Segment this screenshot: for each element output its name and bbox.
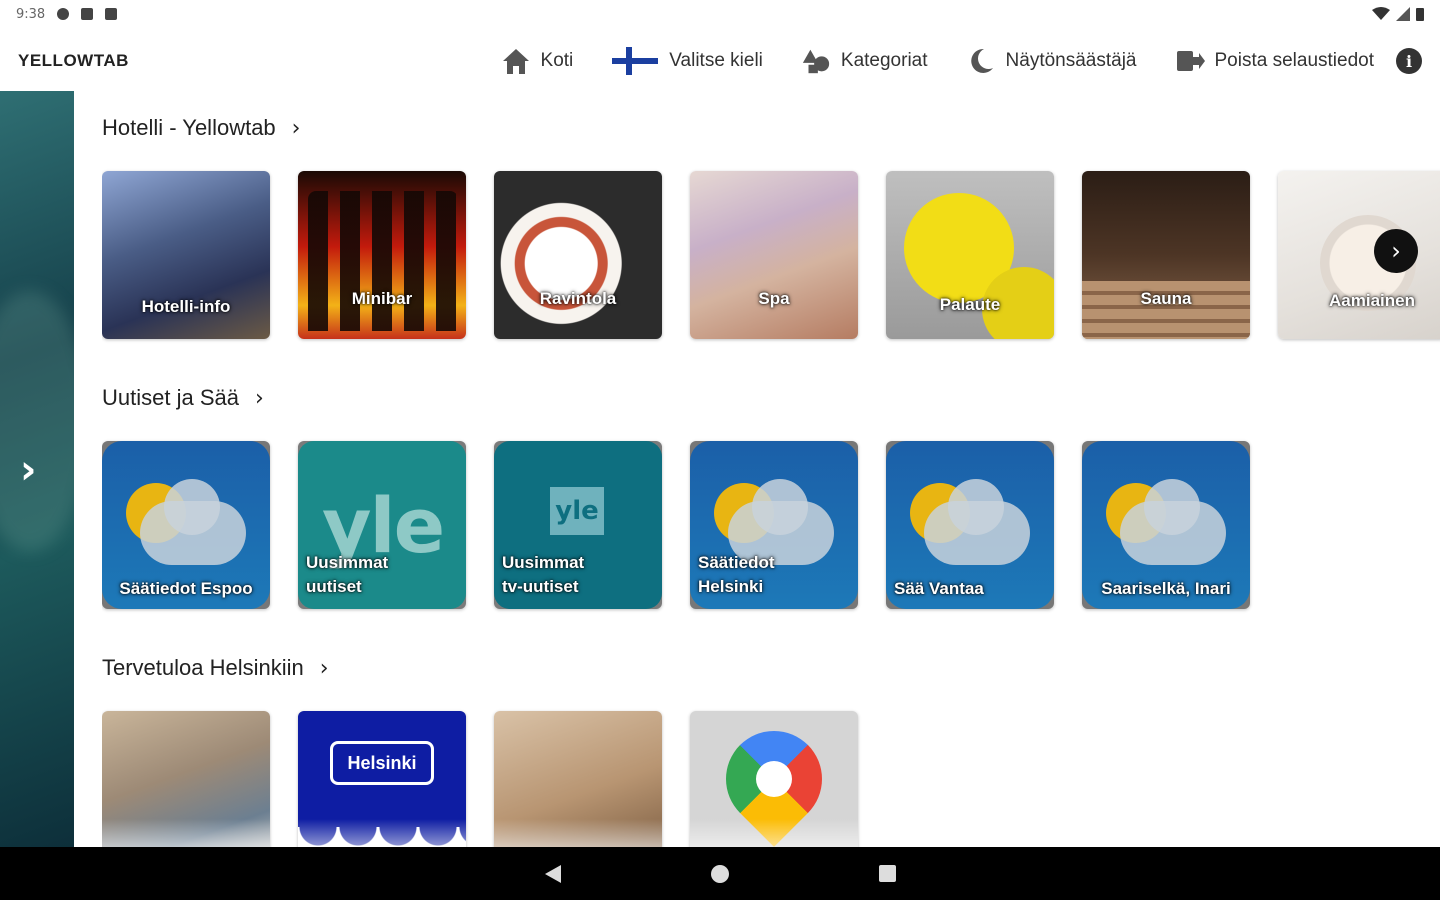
nav-categories-label: Kategoriat [840,50,928,71]
tile-minibar[interactable]: Minibar [298,171,466,339]
nav-screensaver[interactable]: Näytönsäästäjä [966,46,1137,76]
home-button-icon[interactable] [710,864,729,883]
logout-icon [1175,46,1205,76]
tile-row-hotel: Hotelli-info Minibar Ravintola Spa Palau… [102,171,1440,339]
section-title-news-weather[interactable]: Uutiset ja Sää › [102,383,1440,413]
nav-screensaver-label: Näytönsäästäjä [1005,50,1137,71]
notification-status-icon [81,8,94,20]
chevron-right-icon[interactable]: › [20,447,36,493]
tile-restaurant[interactable]: Ravintola [494,171,662,339]
helsinki-logo-badge: Helsinki [330,741,434,785]
nav-categories[interactable]: Kategoriat [801,46,928,76]
tile-helsinki-1[interactable] [102,711,270,847]
nav-home-label: Koti [540,50,574,71]
tile-label-line2: Helsinki [698,577,764,596]
chevron-right-icon: › [254,385,264,411]
tile-yle-tv-news[interactable]: yle Uusimmat tv-uutiset [494,441,662,609]
wifi-icon [1372,7,1390,20]
tile-weather-helsinki[interactable]: Säätiedot Helsinki [690,441,858,609]
nav-clear-data[interactable]: Poista selaustiedot [1175,46,1375,76]
tile-row-news-weather: Säätiedot Espoo yle Uusimmat uutiset yle… [102,441,1440,609]
tile-fade [102,819,270,847]
tile-fade [690,819,858,847]
tile-label: Aamiainen [1329,291,1415,310]
tile-label: Uusimmat uutiset [298,551,466,599]
tile-label-line1: Säätiedot [698,553,775,572]
section-title-text: Hotelli - Yellowtab [102,115,276,140]
system-navigation-bar [0,847,1440,900]
cloud-icon [924,479,1030,565]
tile-label-line1: Uusimmat [306,553,389,572]
tile-helsinki-2[interactable]: Helsinki [298,711,466,847]
status-time: 9:38 [16,6,46,22]
tile-hotel-info[interactable]: Hotelli-info [102,171,270,339]
tile-label-line1: Uusimmat [502,553,585,572]
moon-icon [966,46,996,76]
side-drawer-handle[interactable]: › [0,91,74,847]
carousel-next-button[interactable]: › [1374,229,1418,273]
tile-feedback[interactable]: Palaute [886,171,1054,339]
signal-icon [1396,7,1410,21]
tile-helsinki-3[interactable] [494,711,662,847]
yle-logo-icon: yle [550,487,604,535]
tile-label-line2: uutiset [306,577,362,596]
tile-fade [298,819,466,847]
tile-label: Sää Vantaa [894,579,984,598]
status-bar: 9:38 [0,0,1440,28]
info-icon[interactable]: i [1396,48,1422,74]
cloud-icon [1120,479,1226,565]
tile-fade [494,819,662,847]
tile-label: Palaute [939,295,1001,314]
recents-icon[interactable] [878,865,896,882]
main-content: Hotelli - Yellowtab › Hotelli-info Minib… [102,91,1440,847]
categories-icon [801,46,831,76]
nav-home[interactable]: Koti [501,46,574,76]
nav-language-label: Valitse kieli [669,50,763,71]
tile-label: Minibar [351,289,413,308]
top-app-bar: YELLOWTAB Koti Valitse kieli Kategoriat … [0,36,1440,86]
tile-sauna[interactable]: Sauna [1082,171,1250,339]
nav-language[interactable]: Valitse kieli [611,46,763,76]
chevron-right-icon: › [319,655,329,681]
tile-label: Spa [758,289,790,308]
tile-weather-vantaa[interactable]: Sää Vantaa [886,441,1054,609]
app-brand: YELLOWTAB [18,51,129,70]
tile-weather-saariselka[interactable]: Saariselkä, Inari [1082,441,1250,609]
tile-label: Säätiedot Espoo [119,579,253,598]
sd-card-status-icon [105,8,118,20]
home-icon [501,46,531,76]
tile-label: Saariselkä, Inari [1101,579,1231,598]
section-title-welcome-helsinki[interactable]: Tervetuloa Helsinkiin › [102,653,1440,683]
section-title-text: Tervetuloa Helsinkiin [102,655,304,680]
tile-weather-espoo[interactable]: Säätiedot Espoo [102,441,270,609]
tile-google-maps[interactable] [690,711,858,847]
tile-label: Säätiedot Helsinki [690,551,858,599]
tile-label: Sauna [1140,289,1192,308]
tile-label: Hotelli-info [141,297,231,316]
tile-label: Uusimmat tv-uutiset [494,551,662,599]
tile-spa[interactable]: Spa [690,171,858,339]
back-icon[interactable] [544,864,561,883]
battery-icon [1416,8,1424,21]
settings-status-icon [57,8,70,20]
tile-yle-news[interactable]: yle Uusimmat uutiset [298,441,466,609]
finland-flag-icon [611,46,659,76]
section-title-text: Uutiset ja Sää [102,385,239,410]
nav-clear-data-label: Poista selaustiedot [1214,50,1375,71]
tile-row-helsinki: Helsinki [102,711,1440,847]
chevron-right-icon: › [291,115,301,141]
section-title-hotel[interactable]: Hotelli - Yellowtab › [102,113,1440,143]
cloud-icon [140,479,246,565]
tile-label: Ravintola [539,289,617,308]
tile-label-line2: tv-uutiset [502,577,579,596]
bottles-image [308,191,458,331]
top-nav: Koti Valitse kieli Kategoriat Näytönsääs… [501,46,1374,76]
